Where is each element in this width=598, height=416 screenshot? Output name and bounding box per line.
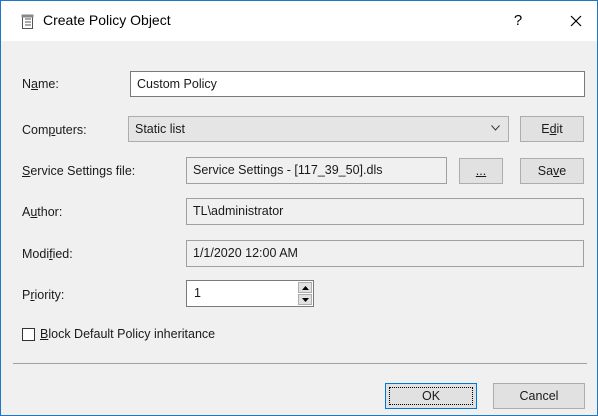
computers-selected-value: Static list	[135, 122, 186, 136]
cancel-button[interactable]: Cancel	[493, 383, 585, 409]
priority-stepper[interactable]: 1	[186, 280, 314, 307]
block-inheritance-label[interactable]: Block Default Policy inheritance	[40, 327, 215, 341]
arrow-down-icon	[302, 298, 309, 302]
ok-button[interactable]: OK	[385, 383, 477, 409]
priority-value: 1	[194, 286, 201, 300]
dialog-window: Create Policy Object ? Name: Custom Poli…	[0, 0, 598, 416]
browse-button[interactable]: ...	[459, 158, 503, 184]
modified-label: Modified:	[22, 247, 73, 261]
chevron-down-icon	[491, 125, 500, 131]
author-label: Author:	[22, 205, 63, 219]
priority-label: Priority:	[22, 288, 65, 302]
service-settings-label: Service Settings file:	[22, 164, 136, 178]
name-label: Name:	[22, 77, 59, 91]
arrow-up-icon	[302, 286, 309, 290]
computers-label: Computers:	[22, 123, 87, 137]
priority-decrement-button[interactable]	[298, 294, 312, 305]
help-button[interactable]: ?	[506, 9, 530, 33]
modified-field[interactable]: 1/1/2020 12:00 AM	[186, 240, 584, 267]
close-icon[interactable]	[563, 9, 589, 33]
edit-button[interactable]: Edit	[520, 116, 584, 142]
footer-divider	[13, 363, 587, 364]
title-bar[interactable]: Create Policy Object ?	[1, 1, 597, 41]
focus-rectangle	[389, 387, 473, 405]
save-button[interactable]: Save	[520, 158, 584, 184]
author-field[interactable]: TL\administrator	[186, 198, 584, 225]
window-title: Create Policy Object	[43, 12, 171, 28]
priority-increment-button[interactable]	[298, 282, 312, 293]
block-inheritance-checkbox[interactable]	[22, 328, 35, 341]
notepad-icon	[21, 14, 34, 29]
dialog-body: Name: Custom Policy Computers: Static li…	[1, 41, 597, 415]
computers-dropdown[interactable]: Static list	[128, 116, 509, 142]
name-input[interactable]: Custom Policy	[130, 71, 585, 97]
service-settings-file-field[interactable]: Service Settings - [117_39_50].dls	[186, 157, 447, 184]
